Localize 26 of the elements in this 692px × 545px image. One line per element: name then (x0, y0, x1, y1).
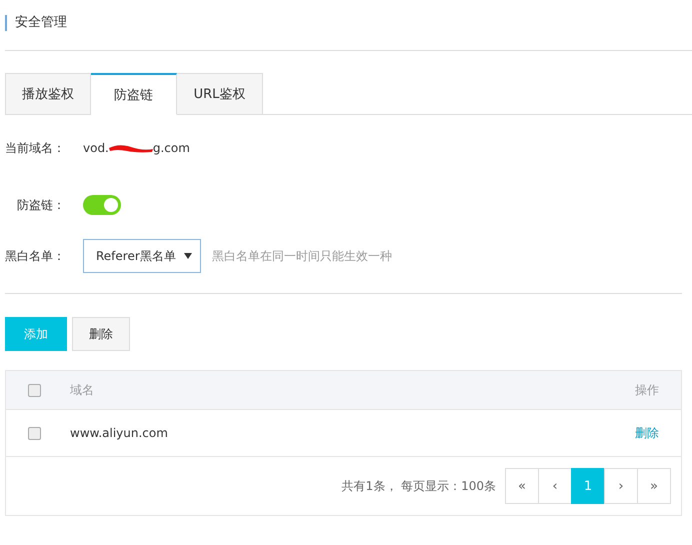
domain-text: vod. (83, 141, 109, 155)
hint-text: 黑白名单在同一时间只能生效一种 (212, 248, 392, 264)
column-header: 操作 (635, 382, 659, 398)
column-header: 域名 (70, 382, 95, 398)
page-title: 安全管理 (5, 15, 67, 31)
page-button[interactable]: » (637, 468, 671, 504)
toggle-switch[interactable] (83, 195, 121, 215)
caret-icon (184, 253, 192, 259)
tab[interactable]: URL鉴权 (177, 73, 263, 115)
checkbox[interactable] (28, 426, 41, 440)
field-label: 黑白名单： (5, 248, 66, 264)
delete-link[interactable]: 删除 (635, 424, 659, 442)
field-label: 防盗链： (16, 196, 66, 214)
redaction-mark (106, 142, 155, 154)
delete-button[interactable]: 删除 (72, 317, 130, 351)
tab[interactable]: 防盗链 (91, 73, 177, 115)
table-cell-text: www.aliyun.com (70, 426, 169, 440)
field-label: 当前域名： (5, 140, 66, 156)
page-button[interactable]: › (604, 468, 638, 504)
page-button[interactable]: ‹ (538, 468, 572, 504)
page-button[interactable]: « (505, 468, 539, 504)
pagination-summary: 共有1条， 每页显示：100条 (342, 478, 496, 494)
tab[interactable]: 播放鉴权 (5, 73, 91, 115)
select-field[interactable]: Referer黑名单 (83, 239, 201, 273)
checkbox[interactable] (28, 384, 41, 396)
domain-text: g.com (152, 141, 190, 155)
